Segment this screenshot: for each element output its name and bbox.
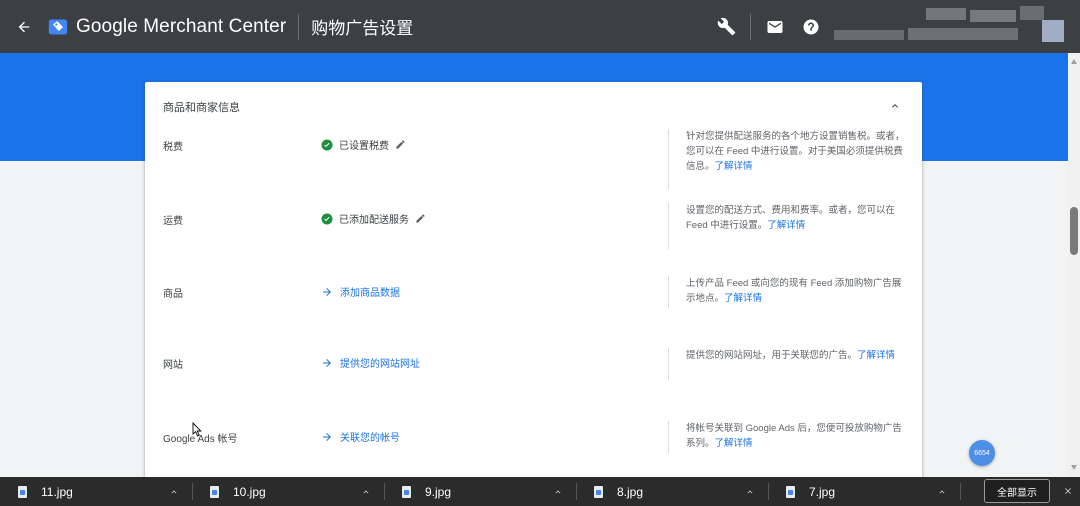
title-divider <box>298 13 300 40</box>
download-filename: 11.jpg <box>41 484 73 499</box>
help-icon <box>803 19 819 34</box>
image-file-icon <box>786 485 795 498</box>
image-file-icon <box>402 485 411 498</box>
row-label: 商品 <box>163 289 183 300</box>
row-description: 将帐号关联到 Google Ads 后，您便可投放购物广告系列。了解详情 <box>668 421 908 453</box>
scroll-up-arrow[interactable] <box>1071 59 1077 64</box>
show-all-downloads-button[interactable]: 全部显示 <box>984 479 1050 503</box>
row-label: 网站 <box>163 360 183 371</box>
download-item[interactable]: 8.jpg <box>594 477 643 506</box>
learn-more-link[interactable]: 了解详情 <box>857 350 895 361</box>
row-description: 设置您的配送方式、费用和费率。或者，您可以在 Feed 中进行设置。了解详情 <box>668 203 908 249</box>
merchant-info-card: 商品和商家信息 税费 已设置税费 针对您提供配送服务的各个地方设置销售税。或者，… <box>145 82 922 477</box>
page-title: 购物广告设置 <box>311 19 414 38</box>
row-status-text: 已添加配送服务 <box>339 215 409 226</box>
download-filename: 8.jpg <box>617 484 644 499</box>
learn-more-link[interactable]: 了解详情 <box>767 220 805 231</box>
download-separator <box>192 483 193 500</box>
row-action-text: 添加商品数据 <box>340 288 400 299</box>
row-description: 针对您提供配送服务的各个地方设置销售税。或者，您可以在 Feed 中进行设置。对… <box>668 129 908 189</box>
row-action-text: 关联您的帐号 <box>340 433 400 444</box>
image-file-icon <box>594 485 603 498</box>
row-status-text: 已设置税费 <box>339 141 389 152</box>
download-item[interactable]: 10.jpg <box>210 477 266 506</box>
chevron-up-icon <box>171 490 177 494</box>
download-separator <box>960 483 961 500</box>
row-description: 上传产品 Feed 或向您的现有 Feed 添加购物广告展示地点。了解详情 <box>668 276 908 308</box>
pencil-icon <box>416 214 425 223</box>
row-label: 税费 <box>163 142 183 153</box>
tools-button[interactable] <box>712 13 740 41</box>
download-separator <box>768 483 769 500</box>
card-title: 商品和商家信息 <box>163 102 240 114</box>
help-button[interactable] <box>797 13 825 41</box>
edit-shipping-button[interactable] <box>415 213 426 224</box>
edit-tax-button[interactable] <box>395 139 406 150</box>
image-file-icon <box>210 485 219 498</box>
merchant-center-logo <box>48 19 68 34</box>
chevron-up-icon <box>555 490 561 494</box>
scroll-down-arrow[interactable] <box>1071 465 1077 470</box>
provide-website-action[interactable]: 提供您的网站网址 <box>321 355 420 370</box>
arrow-right-icon <box>323 358 331 367</box>
check-circle-icon <box>321 213 333 224</box>
arrow-right-icon <box>323 432 331 441</box>
download-item[interactable]: 7.jpg <box>786 477 835 506</box>
download-separator <box>576 483 577 500</box>
chevron-up-icon <box>939 490 945 494</box>
row-description: 提供您的网站网址，用于关联您的广告。了解详情 <box>668 348 908 380</box>
scroll-thumb[interactable] <box>1070 207 1078 255</box>
floating-badge[interactable]: 6654 <box>969 440 995 466</box>
actions-divider <box>750 13 751 40</box>
pencil-icon <box>396 140 405 149</box>
download-options-button[interactable] <box>360 486 372 498</box>
page-scrollbar[interactable] <box>1068 53 1080 477</box>
notifications-button[interactable] <box>761 13 789 41</box>
chevron-up-icon <box>892 104 898 108</box>
row-status: 已添加配送服务 <box>321 211 426 226</box>
arrow-right-icon <box>323 287 331 296</box>
download-separator <box>384 483 385 500</box>
back-button[interactable] <box>10 13 38 41</box>
image-file-icon <box>18 485 27 498</box>
download-filename: 7.jpg <box>809 484 836 499</box>
chevron-up-icon <box>363 490 369 494</box>
mail-icon <box>767 20 783 33</box>
account-info-blurred[interactable] <box>830 6 1066 46</box>
learn-more-link[interactable]: 了解详情 <box>715 438 753 449</box>
download-options-button[interactable] <box>936 486 948 498</box>
add-product-data-action[interactable]: 添加商品数据 <box>321 284 400 299</box>
close-downloads-button[interactable] <box>1062 485 1074 497</box>
row-label: 运费 <box>163 216 183 227</box>
download-filename: 10.jpg <box>233 484 266 499</box>
learn-more-link[interactable]: 了解详情 <box>724 293 762 304</box>
learn-more-link[interactable]: 了解详情 <box>715 161 753 172</box>
link-account-action[interactable]: 关联您的帐号 <box>321 429 400 444</box>
download-item[interactable]: 9.jpg <box>402 477 451 506</box>
wrench-icon <box>717 17 735 36</box>
row-action-text: 提供您的网站网址 <box>340 359 420 370</box>
download-filename: 9.jpg <box>425 484 452 499</box>
close-icon <box>1065 488 1071 494</box>
download-options-button[interactable] <box>744 486 756 498</box>
collapse-button[interactable] <box>886 97 904 115</box>
arrow-left-icon <box>18 21 30 32</box>
download-item[interactable]: 11.jpg <box>18 477 73 506</box>
top-actions <box>712 0 825 53</box>
app-brand: Google Merchant Center <box>76 15 287 37</box>
downloads-bar: 11.jpg 10.jpg 9.jpg 8.jpg 7.jpg 全部显示 <box>0 477 1080 506</box>
download-options-button[interactable] <box>552 486 564 498</box>
mouse-cursor-icon <box>192 422 202 437</box>
download-options-button[interactable] <box>168 486 180 498</box>
check-circle-icon <box>321 139 333 150</box>
row-status: 已设置税费 <box>321 137 406 152</box>
chevron-up-icon <box>747 490 753 494</box>
